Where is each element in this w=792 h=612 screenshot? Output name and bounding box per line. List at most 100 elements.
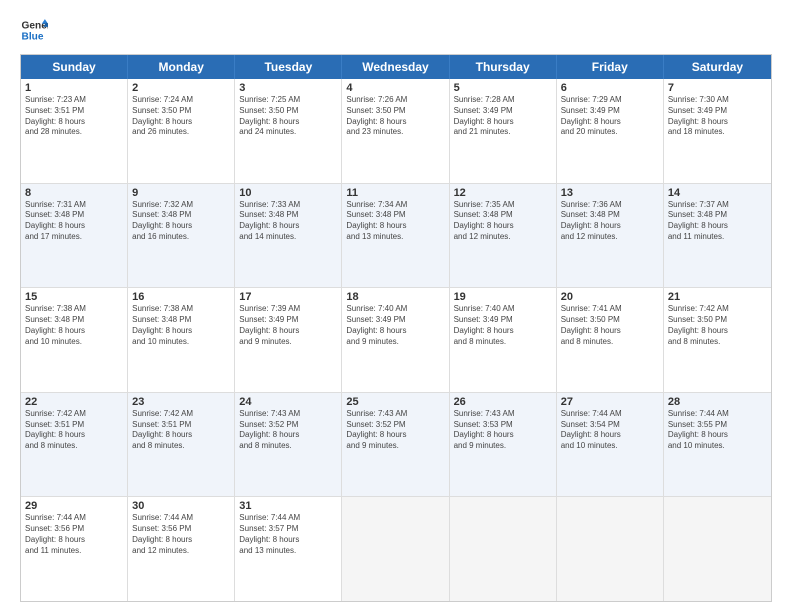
day-info: Sunrise: 7:39 AMSunset: 3:49 PMDaylight:… <box>239 304 337 347</box>
logo: General Blue <box>20 16 48 44</box>
day-info: Sunrise: 7:40 AMSunset: 3:49 PMDaylight:… <box>454 304 552 347</box>
svg-text:Blue: Blue <box>22 31 44 42</box>
day-info: Sunrise: 7:34 AMSunset: 3:48 PMDaylight:… <box>346 200 444 243</box>
day-number: 7 <box>668 82 767 94</box>
calendar: SundayMondayTuesdayWednesdayThursdayFrid… <box>20 54 772 602</box>
day-cell: 27Sunrise: 7:44 AMSunset: 3:54 PMDayligh… <box>557 393 664 497</box>
day-cell: 15Sunrise: 7:38 AMSunset: 3:48 PMDayligh… <box>21 288 128 392</box>
empty-cell <box>664 497 771 601</box>
day-info: Sunrise: 7:44 AMSunset: 3:56 PMDaylight:… <box>25 513 123 556</box>
day-number: 4 <box>346 82 444 94</box>
day-info: Sunrise: 7:30 AMSunset: 3:49 PMDaylight:… <box>668 95 767 138</box>
day-cell: 24Sunrise: 7:43 AMSunset: 3:52 PMDayligh… <box>235 393 342 497</box>
day-info: Sunrise: 7:23 AMSunset: 3:51 PMDaylight:… <box>25 95 123 138</box>
day-number: 12 <box>454 187 552 199</box>
day-cell: 6Sunrise: 7:29 AMSunset: 3:49 PMDaylight… <box>557 79 664 183</box>
day-number: 31 <box>239 500 337 512</box>
day-info: Sunrise: 7:37 AMSunset: 3:48 PMDaylight:… <box>668 200 767 243</box>
day-cell: 22Sunrise: 7:42 AMSunset: 3:51 PMDayligh… <box>21 393 128 497</box>
day-number: 11 <box>346 187 444 199</box>
day-number: 21 <box>668 291 767 303</box>
day-number: 17 <box>239 291 337 303</box>
calendar-row: 8Sunrise: 7:31 AMSunset: 3:48 PMDaylight… <box>21 184 771 289</box>
day-cell: 19Sunrise: 7:40 AMSunset: 3:49 PMDayligh… <box>450 288 557 392</box>
header-day: Monday <box>128 55 235 79</box>
day-number: 15 <box>25 291 123 303</box>
day-info: Sunrise: 7:35 AMSunset: 3:48 PMDaylight:… <box>454 200 552 243</box>
day-cell: 10Sunrise: 7:33 AMSunset: 3:48 PMDayligh… <box>235 184 342 288</box>
day-cell: 5Sunrise: 7:28 AMSunset: 3:49 PMDaylight… <box>450 79 557 183</box>
day-number: 2 <box>132 82 230 94</box>
day-number: 10 <box>239 187 337 199</box>
day-number: 30 <box>132 500 230 512</box>
day-number: 5 <box>454 82 552 94</box>
day-info: Sunrise: 7:25 AMSunset: 3:50 PMDaylight:… <box>239 95 337 138</box>
header-day: Wednesday <box>342 55 449 79</box>
header-day: Tuesday <box>235 55 342 79</box>
day-cell: 13Sunrise: 7:36 AMSunset: 3:48 PMDayligh… <box>557 184 664 288</box>
day-cell: 4Sunrise: 7:26 AMSunset: 3:50 PMDaylight… <box>342 79 449 183</box>
day-cell: 12Sunrise: 7:35 AMSunset: 3:48 PMDayligh… <box>450 184 557 288</box>
day-info: Sunrise: 7:31 AMSunset: 3:48 PMDaylight:… <box>25 200 123 243</box>
day-number: 19 <box>454 291 552 303</box>
day-cell: 16Sunrise: 7:38 AMSunset: 3:48 PMDayligh… <box>128 288 235 392</box>
day-number: 25 <box>346 396 444 408</box>
day-cell: 2Sunrise: 7:24 AMSunset: 3:50 PMDaylight… <box>128 79 235 183</box>
day-info: Sunrise: 7:42 AMSunset: 3:51 PMDaylight:… <box>132 409 230 452</box>
day-cell: 28Sunrise: 7:44 AMSunset: 3:55 PMDayligh… <box>664 393 771 497</box>
day-cell: 21Sunrise: 7:42 AMSunset: 3:50 PMDayligh… <box>664 288 771 392</box>
day-info: Sunrise: 7:43 AMSunset: 3:53 PMDaylight:… <box>454 409 552 452</box>
day-number: 1 <box>25 82 123 94</box>
day-number: 23 <box>132 396 230 408</box>
day-info: Sunrise: 7:36 AMSunset: 3:48 PMDaylight:… <box>561 200 659 243</box>
day-info: Sunrise: 7:41 AMSunset: 3:50 PMDaylight:… <box>561 304 659 347</box>
day-number: 14 <box>668 187 767 199</box>
day-cell: 25Sunrise: 7:43 AMSunset: 3:52 PMDayligh… <box>342 393 449 497</box>
day-info: Sunrise: 7:38 AMSunset: 3:48 PMDaylight:… <box>25 304 123 347</box>
day-number: 18 <box>346 291 444 303</box>
calendar-row: 29Sunrise: 7:44 AMSunset: 3:56 PMDayligh… <box>21 497 771 601</box>
day-cell: 11Sunrise: 7:34 AMSunset: 3:48 PMDayligh… <box>342 184 449 288</box>
logo-icon: General Blue <box>20 16 48 44</box>
day-info: Sunrise: 7:44 AMSunset: 3:54 PMDaylight:… <box>561 409 659 452</box>
day-number: 13 <box>561 187 659 199</box>
day-info: Sunrise: 7:26 AMSunset: 3:50 PMDaylight:… <box>346 95 444 138</box>
day-info: Sunrise: 7:44 AMSunset: 3:55 PMDaylight:… <box>668 409 767 452</box>
calendar-header: SundayMondayTuesdayWednesdayThursdayFrid… <box>21 55 771 79</box>
day-cell: 18Sunrise: 7:40 AMSunset: 3:49 PMDayligh… <box>342 288 449 392</box>
day-number: 6 <box>561 82 659 94</box>
day-number: 29 <box>25 500 123 512</box>
day-info: Sunrise: 7:33 AMSunset: 3:48 PMDaylight:… <box>239 200 337 243</box>
day-info: Sunrise: 7:42 AMSunset: 3:51 PMDaylight:… <box>25 409 123 452</box>
day-info: Sunrise: 7:40 AMSunset: 3:49 PMDaylight:… <box>346 304 444 347</box>
day-info: Sunrise: 7:44 AMSunset: 3:57 PMDaylight:… <box>239 513 337 556</box>
day-number: 28 <box>668 396 767 408</box>
day-cell: 3Sunrise: 7:25 AMSunset: 3:50 PMDaylight… <box>235 79 342 183</box>
day-number: 24 <box>239 396 337 408</box>
day-info: Sunrise: 7:32 AMSunset: 3:48 PMDaylight:… <box>132 200 230 243</box>
day-info: Sunrise: 7:43 AMSunset: 3:52 PMDaylight:… <box>239 409 337 452</box>
day-cell: 1Sunrise: 7:23 AMSunset: 3:51 PMDaylight… <box>21 79 128 183</box>
day-number: 16 <box>132 291 230 303</box>
header-day: Friday <box>557 55 664 79</box>
day-info: Sunrise: 7:44 AMSunset: 3:56 PMDaylight:… <box>132 513 230 556</box>
day-number: 3 <box>239 82 337 94</box>
day-info: Sunrise: 7:42 AMSunset: 3:50 PMDaylight:… <box>668 304 767 347</box>
day-number: 22 <box>25 396 123 408</box>
day-cell: 14Sunrise: 7:37 AMSunset: 3:48 PMDayligh… <box>664 184 771 288</box>
calendar-row: 22Sunrise: 7:42 AMSunset: 3:51 PMDayligh… <box>21 393 771 498</box>
day-cell: 8Sunrise: 7:31 AMSunset: 3:48 PMDaylight… <box>21 184 128 288</box>
day-number: 27 <box>561 396 659 408</box>
day-cell: 29Sunrise: 7:44 AMSunset: 3:56 PMDayligh… <box>21 497 128 601</box>
day-number: 9 <box>132 187 230 199</box>
day-cell: 9Sunrise: 7:32 AMSunset: 3:48 PMDaylight… <box>128 184 235 288</box>
header-day: Sunday <box>21 55 128 79</box>
page: General Blue SundayMondayTuesdayWednesda… <box>0 0 792 612</box>
header-day: Thursday <box>450 55 557 79</box>
day-number: 20 <box>561 291 659 303</box>
calendar-row: 1Sunrise: 7:23 AMSunset: 3:51 PMDaylight… <box>21 79 771 184</box>
header: General Blue <box>20 16 772 44</box>
empty-cell <box>557 497 664 601</box>
day-info: Sunrise: 7:24 AMSunset: 3:50 PMDaylight:… <box>132 95 230 138</box>
day-info: Sunrise: 7:28 AMSunset: 3:49 PMDaylight:… <box>454 95 552 138</box>
